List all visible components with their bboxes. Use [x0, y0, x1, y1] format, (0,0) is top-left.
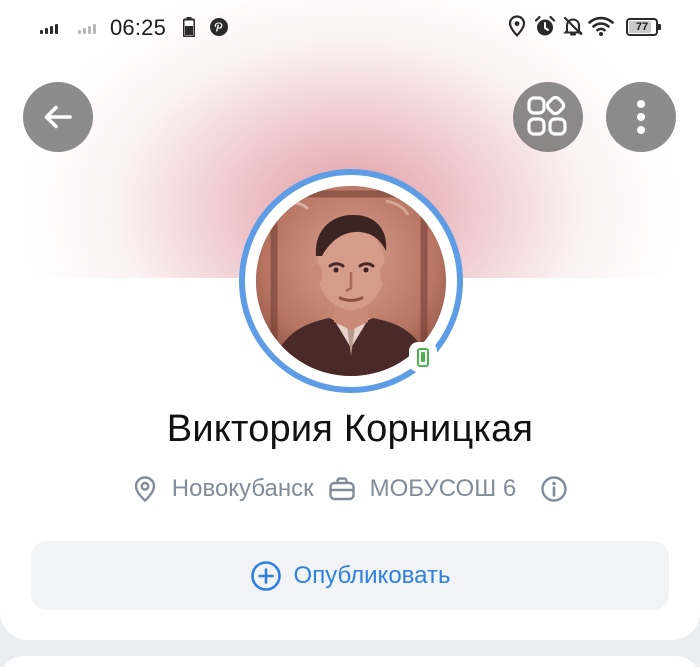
- profile-city-text: Новокубанск: [171, 475, 314, 502]
- back-button[interactable]: [23, 82, 93, 152]
- mobile-online-icon: [409, 342, 437, 372]
- briefcase-icon: [328, 477, 355, 501]
- publish-button-label: Опубликовать: [293, 561, 451, 589]
- profile-name: Виктория Корницкая: [166, 408, 534, 450]
- more-vertical-icon: [637, 100, 645, 134]
- services-grid-icon: [527, 95, 567, 136]
- pinterest-icon: [210, 18, 228, 36]
- battery-icon: 77: [626, 18, 661, 36]
- location-status-icon: [508, 15, 526, 37]
- info-icon: [541, 476, 567, 502]
- signal-2-icon: [78, 20, 96, 34]
- location-pin-icon: [134, 476, 155, 503]
- signal-icon: [40, 20, 58, 34]
- services-button[interactable]: [513, 82, 583, 152]
- alarm-icon: [534, 15, 556, 36]
- profile-work-text: МОБУСОШ 6: [369, 475, 517, 502]
- battery-level-text: 77: [635, 21, 649, 33]
- profile-work[interactable]: МОБУСОШ 6: [328, 475, 517, 503]
- profile-city[interactable]: Новокубанск: [132, 475, 314, 503]
- publish-button[interactable]: Опубликовать: [31, 541, 669, 610]
- arrow-left-icon: [44, 105, 72, 129]
- status-bar: 06:25 77: [0, 0, 700, 56]
- wifi-icon: [588, 16, 614, 36]
- more-button[interactable]: [606, 82, 676, 152]
- next-section-card: [0, 656, 700, 667]
- add-circle-icon: [250, 560, 281, 591]
- battery-small-icon: [183, 17, 195, 37]
- profile-screen: 06:25 77 Виктория Корницкая Новокубанск …: [0, 0, 700, 667]
- profile-meta-row: Новокубанск МОБУСОШ 6: [0, 472, 700, 506]
- profile-info-button[interactable]: [540, 475, 568, 503]
- status-time: 06:25: [110, 15, 167, 40]
- notifications-off-icon: [563, 16, 583, 36]
